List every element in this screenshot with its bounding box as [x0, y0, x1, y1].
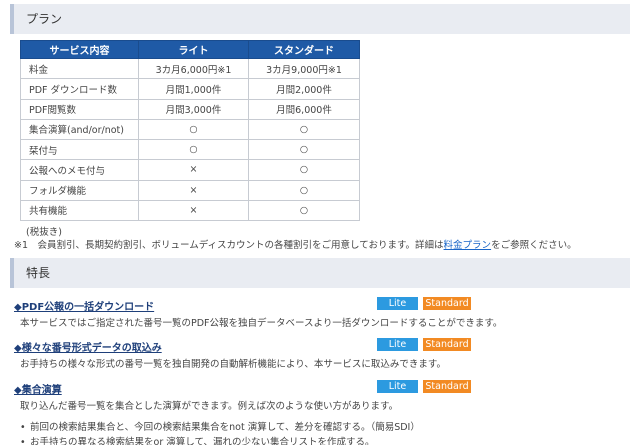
discount-note-prefix: ※1 会員割引、長期契約割引、ボリュームディスカウントの各種割引をご用意しており…: [14, 240, 444, 251]
bullet-icon: •: [20, 422, 26, 433]
lite-value: 月間1,000件: [138, 78, 249, 100]
feature-desc-set-operations: 取り込んだ番号一覧を集合とした演算ができます。例えば次のような使い方があります。: [20, 401, 399, 412]
lite-value: ×: [138, 199, 249, 222]
table-row: 共有機能 × ○: [20, 199, 360, 222]
feature-title-number-import[interactable]: ◆様々な番号形式データの取込み: [14, 339, 162, 354]
row-label: 集合演算(and/or/not): [20, 118, 139, 141]
table-row: 料金 3カ月6,000円※1 3カ月9,000円※1: [20, 57, 360, 80]
features-heading-text: 特長: [26, 266, 51, 280]
table-row: 栞付与 ○ ○: [20, 138, 360, 161]
plan-section-heading: プラン: [10, 4, 630, 34]
feature-title-set-operations[interactable]: ◆集合演算: [14, 381, 62, 396]
feature-desc-number-import: お手持ちの様々な形式の番号一覧を独自開発の自動解析機能により、本サービスに取込み…: [20, 359, 446, 370]
usage-example-text: お手持ちの異なる検索結果をor 演算して、漏れの少ない集合リストを作成する。: [30, 437, 375, 445]
standard-badge: Standard: [423, 297, 471, 310]
table-header-row: サービス内容 ライト スタンダード: [20, 40, 360, 59]
standard-badge: Standard: [423, 338, 471, 351]
lite-value: ○: [138, 118, 249, 141]
table-row: PDF閲覧数 月間3,000件 月間6,000件: [20, 98, 360, 120]
standard-value: 月間2,000件: [248, 78, 360, 100]
row-label: PDF ダウンロード数: [20, 78, 139, 100]
discount-note: ※1 会員割引、長期契約割引、ボリュームディスカウントの各種割引をご用意しており…: [14, 237, 577, 251]
tax-note: (税抜き): [26, 227, 62, 238]
discount-note-suffix: をご参照ください。: [491, 240, 577, 251]
row-label: フォルダ機能: [20, 179, 139, 201]
lite-value: ×: [138, 159, 249, 181]
column-header-service: サービス内容: [20, 40, 139, 59]
table-row: フォルダ機能 × ○: [20, 179, 360, 201]
features-section-heading: 特長: [10, 258, 630, 288]
row-label: 公報へのメモ付与: [20, 159, 139, 181]
standard-badge: Standard: [423, 380, 471, 393]
pricing-plan-link[interactable]: 料金プラン: [444, 240, 492, 251]
standard-value: ○: [248, 159, 360, 181]
lite-badge: Lite: [377, 297, 418, 310]
standard-value: ○: [248, 138, 360, 161]
usage-examples-list: • 前回の検索結果集合と、今回の検索結果集合をnot 演算して、差分を確認する。（…: [20, 420, 420, 445]
row-label: 栞付与: [20, 138, 139, 161]
table-row: 集合演算(and/or/not) ○ ○: [20, 118, 360, 141]
list-item: • 前回の検索結果集合と、今回の検索結果集合をnot 演算して、差分を確認する。（…: [20, 420, 420, 435]
plan-heading-text: プラン: [26, 12, 63, 26]
lite-value: ×: [138, 179, 249, 201]
lite-badge: Lite: [377, 338, 418, 351]
table-row: 公報へのメモ付与 × ○: [20, 159, 360, 181]
lite-value: 月間3,000件: [138, 98, 249, 120]
feature-desc-bulk-download: 本サービスではご指定された番号一覧のPDF公報を独自データベースより一括ダウンロ…: [20, 318, 503, 329]
standard-value: ○: [248, 179, 360, 201]
standard-value: ○: [248, 118, 360, 141]
lite-value: 3カ月6,000円※1: [138, 57, 249, 80]
row-label: PDF閲覧数: [20, 98, 139, 120]
list-item: • お手持ちの異なる検索結果をor 演算して、漏れの少ない集合リストを作成する。: [20, 435, 420, 445]
row-label: 共有機能: [20, 199, 139, 222]
standard-value: ○: [248, 199, 360, 222]
standard-value: 月間6,000件: [248, 98, 360, 120]
usage-example-text: 前回の検索結果集合と、今回の検索結果集合をnot 演算して、差分を確認する。（簡…: [30, 422, 420, 433]
plan-comparison-table: サービス内容 ライト スタンダード 料金 3カ月6,000円※1 3カ月9,00…: [20, 40, 360, 222]
bullet-icon: •: [20, 437, 26, 445]
standard-value: 3カ月9,000円※1: [248, 57, 360, 80]
column-header-lite: ライト: [138, 40, 249, 59]
feature-title-bulk-download[interactable]: ◆PDF公報の一括ダウンロード: [14, 298, 154, 313]
lite-value: ○: [138, 138, 249, 161]
lite-badge: Lite: [377, 380, 418, 393]
table-row: PDF ダウンロード数 月間1,000件 月間2,000件: [20, 78, 360, 100]
column-header-standard: スタンダード: [248, 40, 360, 59]
row-label: 料金: [20, 57, 139, 80]
